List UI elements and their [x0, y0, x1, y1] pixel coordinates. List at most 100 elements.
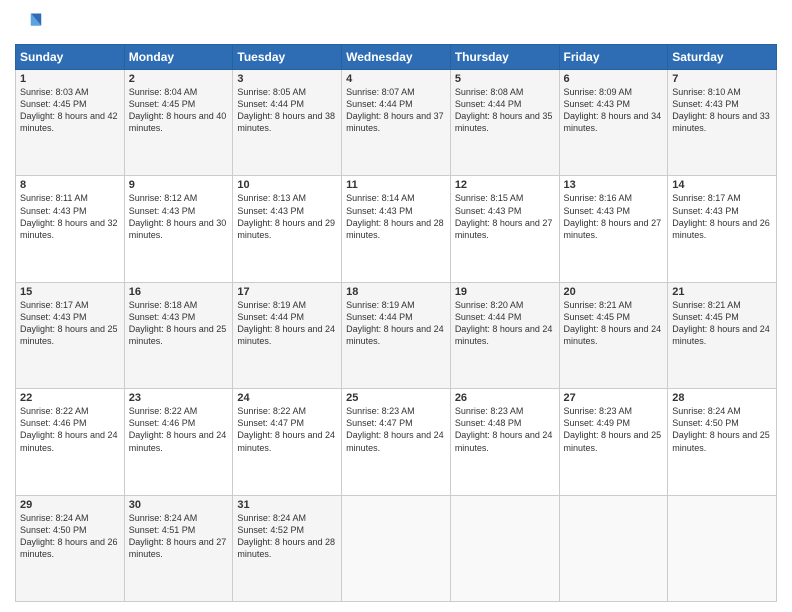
day-number: 4 [346, 73, 446, 85]
day-number: 9 [129, 179, 229, 191]
calendar-cell: 9Sunrise: 8:12 AMSunset: 4:43 PMDaylight… [124, 176, 233, 282]
calendar-cell: 29Sunrise: 8:24 AMSunset: 4:50 PMDayligh… [16, 495, 125, 601]
day-info: Sunrise: 8:04 AMSunset: 4:45 PMDaylight:… [129, 86, 229, 135]
day-info: Sunrise: 8:03 AMSunset: 4:45 PMDaylight:… [20, 86, 120, 135]
day-number: 3 [237, 73, 337, 85]
calendar-cell: 7Sunrise: 8:10 AMSunset: 4:43 PMDaylight… [668, 70, 777, 176]
header-day: Saturday [668, 45, 777, 70]
calendar-cell: 22Sunrise: 8:22 AMSunset: 4:46 PMDayligh… [16, 389, 125, 495]
day-number: 23 [129, 392, 229, 404]
day-info: Sunrise: 8:05 AMSunset: 4:44 PMDaylight:… [237, 86, 337, 135]
day-number: 19 [455, 286, 555, 298]
day-number: 11 [346, 179, 446, 191]
calendar-cell: 4Sunrise: 8:07 AMSunset: 4:44 PMDaylight… [342, 70, 451, 176]
calendar-cell [668, 495, 777, 601]
day-info: Sunrise: 8:22 AMSunset: 4:47 PMDaylight:… [237, 405, 337, 454]
day-info: Sunrise: 8:24 AMSunset: 4:50 PMDaylight:… [20, 512, 120, 561]
day-number: 22 [20, 392, 120, 404]
calendar-cell: 17Sunrise: 8:19 AMSunset: 4:44 PMDayligh… [233, 282, 342, 388]
day-info: Sunrise: 8:17 AMSunset: 4:43 PMDaylight:… [672, 192, 772, 241]
day-info: Sunrise: 8:24 AMSunset: 4:50 PMDaylight:… [672, 405, 772, 454]
day-number: 18 [346, 286, 446, 298]
day-number: 2 [129, 73, 229, 85]
day-info: Sunrise: 8:11 AMSunset: 4:43 PMDaylight:… [20, 192, 120, 241]
day-info: Sunrise: 8:21 AMSunset: 4:45 PMDaylight:… [564, 299, 664, 348]
calendar-cell: 18Sunrise: 8:19 AMSunset: 4:44 PMDayligh… [342, 282, 451, 388]
day-number: 20 [564, 286, 664, 298]
day-info: Sunrise: 8:19 AMSunset: 4:44 PMDaylight:… [237, 299, 337, 348]
calendar-week-row: 1Sunrise: 8:03 AMSunset: 4:45 PMDaylight… [16, 70, 777, 176]
day-info: Sunrise: 8:17 AMSunset: 4:43 PMDaylight:… [20, 299, 120, 348]
day-number: 28 [672, 392, 772, 404]
day-info: Sunrise: 8:20 AMSunset: 4:44 PMDaylight:… [455, 299, 555, 348]
calendar-cell: 6Sunrise: 8:09 AMSunset: 4:43 PMDaylight… [559, 70, 668, 176]
calendar-cell: 28Sunrise: 8:24 AMSunset: 4:50 PMDayligh… [668, 389, 777, 495]
day-info: Sunrise: 8:22 AMSunset: 4:46 PMDaylight:… [129, 405, 229, 454]
day-info: Sunrise: 8:10 AMSunset: 4:43 PMDaylight:… [672, 86, 772, 135]
header-day: Sunday [16, 45, 125, 70]
calendar-cell: 12Sunrise: 8:15 AMSunset: 4:43 PMDayligh… [450, 176, 559, 282]
page: SundayMondayTuesdayWednesdayThursdayFrid… [0, 0, 792, 612]
day-number: 21 [672, 286, 772, 298]
day-info: Sunrise: 8:24 AMSunset: 4:51 PMDaylight:… [129, 512, 229, 561]
day-info: Sunrise: 8:23 AMSunset: 4:48 PMDaylight:… [455, 405, 555, 454]
day-info: Sunrise: 8:22 AMSunset: 4:46 PMDaylight:… [20, 405, 120, 454]
calendar-cell: 31Sunrise: 8:24 AMSunset: 4:52 PMDayligh… [233, 495, 342, 601]
day-number: 29 [20, 499, 120, 511]
calendar-cell: 8Sunrise: 8:11 AMSunset: 4:43 PMDaylight… [16, 176, 125, 282]
calendar-cell: 25Sunrise: 8:23 AMSunset: 4:47 PMDayligh… [342, 389, 451, 495]
day-info: Sunrise: 8:19 AMSunset: 4:44 PMDaylight:… [346, 299, 446, 348]
calendar-cell: 13Sunrise: 8:16 AMSunset: 4:43 PMDayligh… [559, 176, 668, 282]
day-number: 5 [455, 73, 555, 85]
logo-icon [15, 10, 43, 38]
day-number: 12 [455, 179, 555, 191]
day-number: 13 [564, 179, 664, 191]
day-number: 15 [20, 286, 120, 298]
day-number: 26 [455, 392, 555, 404]
day-info: Sunrise: 8:07 AMSunset: 4:44 PMDaylight:… [346, 86, 446, 135]
calendar-cell: 5Sunrise: 8:08 AMSunset: 4:44 PMDaylight… [450, 70, 559, 176]
calendar-week-row: 15Sunrise: 8:17 AMSunset: 4:43 PMDayligh… [16, 282, 777, 388]
calendar-cell: 26Sunrise: 8:23 AMSunset: 4:48 PMDayligh… [450, 389, 559, 495]
day-info: Sunrise: 8:18 AMSunset: 4:43 PMDaylight:… [129, 299, 229, 348]
day-number: 14 [672, 179, 772, 191]
calendar-cell: 14Sunrise: 8:17 AMSunset: 4:43 PMDayligh… [668, 176, 777, 282]
day-info: Sunrise: 8:24 AMSunset: 4:52 PMDaylight:… [237, 512, 337, 561]
day-number: 31 [237, 499, 337, 511]
calendar-cell: 19Sunrise: 8:20 AMSunset: 4:44 PMDayligh… [450, 282, 559, 388]
calendar-cell: 3Sunrise: 8:05 AMSunset: 4:44 PMDaylight… [233, 70, 342, 176]
day-number: 17 [237, 286, 337, 298]
calendar-week-row: 22Sunrise: 8:22 AMSunset: 4:46 PMDayligh… [16, 389, 777, 495]
calendar-cell: 10Sunrise: 8:13 AMSunset: 4:43 PMDayligh… [233, 176, 342, 282]
day-info: Sunrise: 8:12 AMSunset: 4:43 PMDaylight:… [129, 192, 229, 241]
day-info: Sunrise: 8:23 AMSunset: 4:47 PMDaylight:… [346, 405, 446, 454]
header-day: Thursday [450, 45, 559, 70]
calendar-cell [342, 495, 451, 601]
logo [15, 10, 47, 38]
calendar-cell: 2Sunrise: 8:04 AMSunset: 4:45 PMDaylight… [124, 70, 233, 176]
calendar-cell: 16Sunrise: 8:18 AMSunset: 4:43 PMDayligh… [124, 282, 233, 388]
day-info: Sunrise: 8:23 AMSunset: 4:49 PMDaylight:… [564, 405, 664, 454]
day-number: 27 [564, 392, 664, 404]
calendar-cell: 24Sunrise: 8:22 AMSunset: 4:47 PMDayligh… [233, 389, 342, 495]
calendar-table: SundayMondayTuesdayWednesdayThursdayFrid… [15, 44, 777, 602]
day-number: 25 [346, 392, 446, 404]
calendar-week-row: 8Sunrise: 8:11 AMSunset: 4:43 PMDaylight… [16, 176, 777, 282]
day-info: Sunrise: 8:08 AMSunset: 4:44 PMDaylight:… [455, 86, 555, 135]
header-day: Monday [124, 45, 233, 70]
day-number: 8 [20, 179, 120, 191]
day-number: 30 [129, 499, 229, 511]
day-info: Sunrise: 8:15 AMSunset: 4:43 PMDaylight:… [455, 192, 555, 241]
calendar-cell: 21Sunrise: 8:21 AMSunset: 4:45 PMDayligh… [668, 282, 777, 388]
calendar-week-row: 29Sunrise: 8:24 AMSunset: 4:50 PMDayligh… [16, 495, 777, 601]
header-day: Wednesday [342, 45, 451, 70]
day-info: Sunrise: 8:13 AMSunset: 4:43 PMDaylight:… [237, 192, 337, 241]
day-info: Sunrise: 8:09 AMSunset: 4:43 PMDaylight:… [564, 86, 664, 135]
calendar-cell [559, 495, 668, 601]
calendar-cell: 1Sunrise: 8:03 AMSunset: 4:45 PMDaylight… [16, 70, 125, 176]
day-number: 1 [20, 73, 120, 85]
calendar-cell: 23Sunrise: 8:22 AMSunset: 4:46 PMDayligh… [124, 389, 233, 495]
calendar-cell: 30Sunrise: 8:24 AMSunset: 4:51 PMDayligh… [124, 495, 233, 601]
day-info: Sunrise: 8:16 AMSunset: 4:43 PMDaylight:… [564, 192, 664, 241]
calendar-cell [450, 495, 559, 601]
